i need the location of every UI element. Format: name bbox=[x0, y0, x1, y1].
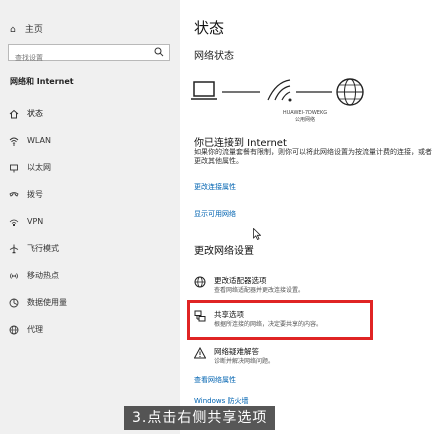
sidebar-item-ethernet[interactable]: 以太网 bbox=[0, 154, 180, 181]
warning-icon bbox=[194, 347, 206, 359]
sidebar-nav: 状态 WLAN 以太网 拨号 VPN 飞行模式 移动热点 数据使用量 代理 bbox=[0, 100, 180, 343]
firewall-link[interactable]: Windows 防火墙 bbox=[194, 396, 248, 406]
wifi-signal-icon bbox=[267, 79, 292, 102]
change-properties-link[interactable]: 更改连接属性 bbox=[194, 182, 236, 192]
page-title: 状态 bbox=[194, 19, 225, 37]
network-info: HUAWEI-7DWEKG 公用网络 bbox=[275, 110, 335, 124]
sidebar-item-airplane[interactable]: 飞行模式 bbox=[0, 235, 180, 262]
sidebar-item-hotspot[interactable]: 移动热点 bbox=[0, 262, 180, 289]
sidebar-item-wlan[interactable]: WLAN bbox=[0, 127, 180, 154]
mouse-cursor-icon bbox=[253, 228, 261, 240]
home-label: 主页 bbox=[24, 25, 43, 35]
sidebar-item-label: 移动热点 bbox=[27, 271, 59, 280]
internet-globe-icon bbox=[336, 78, 364, 106]
home-link[interactable]: ⌂ 主页 bbox=[10, 22, 43, 35]
ethernet-icon bbox=[9, 163, 27, 173]
adapter-icon bbox=[194, 276, 206, 288]
change-settings-heading: 更改网络设置 bbox=[194, 246, 254, 257]
sidebar-item-data-usage[interactable]: 数据使用量 bbox=[0, 289, 180, 316]
sidebar-item-label: 拨号 bbox=[27, 190, 43, 199]
airplane-icon bbox=[9, 244, 27, 254]
sidebar-item-label: 代理 bbox=[27, 325, 43, 334]
sidebar-item-label: 飞行模式 bbox=[27, 244, 59, 253]
instruction-caption: 3.点击右侧共享选项 bbox=[124, 406, 276, 430]
sidebar-item-label: 状态 bbox=[27, 109, 43, 118]
sidebar-item-label: 数据使用量 bbox=[27, 298, 67, 307]
sidebar-item-proxy[interactable]: 代理 bbox=[0, 316, 180, 343]
section-title: 网络和 Internet bbox=[10, 77, 74, 86]
wifi-icon bbox=[9, 136, 27, 146]
phone-icon bbox=[9, 190, 27, 200]
network-name: HUAWEI-7DWEKG bbox=[282, 110, 328, 116]
sidebar-item-status[interactable]: 状态 bbox=[0, 100, 180, 127]
sidebar-item-dialup[interactable]: 拨号 bbox=[0, 181, 180, 208]
hotspot-icon bbox=[9, 271, 27, 281]
option-description: 查看网络适配器并更改连接设置。 bbox=[214, 287, 305, 294]
home-icon: ⌂ bbox=[10, 25, 16, 35]
option-description: 诊断并解决网络问题。 bbox=[214, 358, 275, 365]
connection-status: 你已连接到 Internet bbox=[194, 138, 287, 149]
sidebar-item-label: VPN bbox=[27, 217, 44, 226]
sidebar-item-vpn[interactable]: VPN bbox=[0, 208, 180, 235]
highlight-box bbox=[187, 300, 373, 340]
connection-description: 如果你的流量套餐有限制，则你可以将此网络设置为按流量计费的连接，或者更改其他属性… bbox=[194, 148, 432, 165]
vpn-icon bbox=[9, 217, 27, 227]
view-properties-link[interactable]: 查看网络属性 bbox=[194, 375, 236, 385]
network-type: 公用网络 bbox=[294, 117, 315, 123]
laptop-icon bbox=[191, 81, 217, 100]
network-status-heading: 网络状态 bbox=[194, 51, 234, 62]
sidebar-item-label: 以太网 bbox=[27, 163, 51, 172]
globe-icon bbox=[9, 325, 27, 335]
sidebar-item-label: WLAN bbox=[27, 136, 52, 145]
show-networks-link[interactable]: 显示可用网络 bbox=[194, 209, 236, 219]
search-icon[interactable] bbox=[154, 47, 164, 57]
search-input[interactable] bbox=[13, 50, 147, 66]
main-content: 状态 网络状态 HUAWEI-7DWEKG 公用网络 你已连接到 Interne… bbox=[180, 0, 447, 434]
home-status-icon bbox=[9, 109, 27, 119]
settings-sidebar: ⌂ 主页 网络和 Internet 状态 WLAN 以太网 bbox=[0, 0, 180, 434]
data-usage-icon bbox=[9, 298, 27, 308]
search-box[interactable] bbox=[8, 44, 170, 66]
